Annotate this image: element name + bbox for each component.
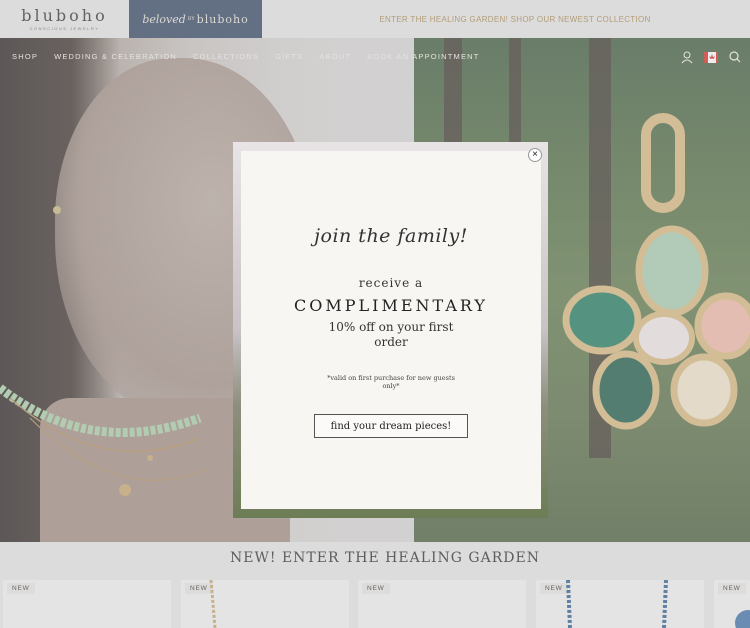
modal-offer-text: 10% off on your first order (328, 320, 454, 349)
modal-fine-print: *valid on first purchase for new guests … (327, 374, 455, 390)
modal-line-complimentary: COMPLIMENTARY (294, 296, 488, 315)
signup-modal: join the family! receive a COMPLIMENTARY… (241, 151, 541, 509)
modal-line-receive: receive a (358, 276, 424, 290)
modal-cta-button[interactable]: find your dream pieces! (314, 414, 468, 438)
close-icon[interactable]: × (528, 148, 542, 162)
modal-script-heading: join the family! (314, 225, 468, 247)
